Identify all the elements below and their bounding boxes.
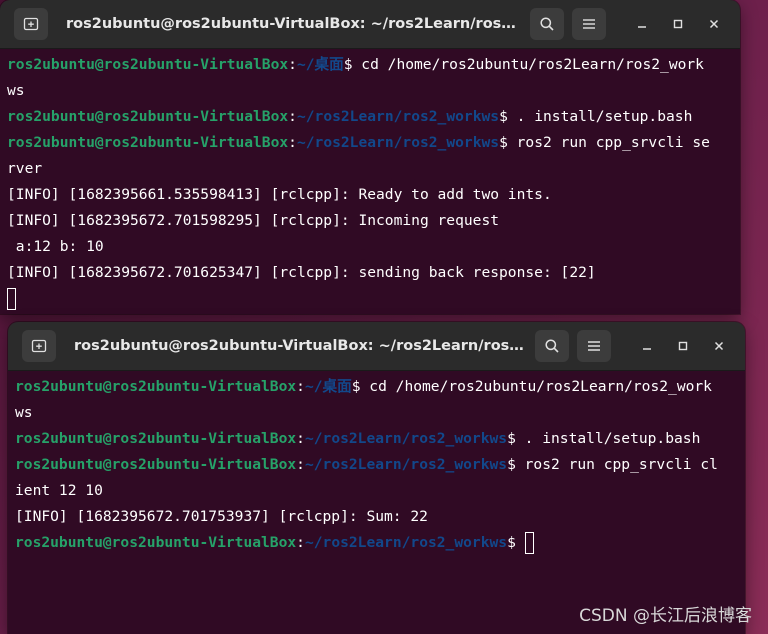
terminal-line: ros2ubuntu@ros2ubuntu-VirtualBox:~/ros2L… bbox=[15, 426, 741, 452]
command-text: $ cd /home/ros2ubuntu/ros2Learn/ros2_wor… bbox=[351, 378, 712, 395]
prompt-colon: : bbox=[296, 534, 305, 551]
prompt-user: ros2ubuntu@ros2ubuntu-VirtualBox bbox=[15, 430, 297, 447]
client-terminal-window[interactable]: ros2ubuntu@ros2ubuntu-VirtualBox: ~/ros2… bbox=[8, 322, 745, 634]
close-icon bbox=[714, 341, 724, 351]
terminal-line: ros2ubuntu@ros2ubuntu-VirtualBox:~/ros2L… bbox=[7, 104, 736, 130]
prompt-path: ~/ros2Learn/ros2_workws bbox=[304, 430, 508, 447]
hamburger-menu-icon bbox=[583, 19, 595, 29]
terminal-line: ient 12 10 bbox=[15, 482, 103, 499]
prompt-colon: : bbox=[288, 56, 297, 73]
prompt-path: ~/桌面 bbox=[304, 378, 352, 395]
server-new-tab-button[interactable] bbox=[14, 8, 48, 40]
prompt-user: ros2ubuntu@ros2ubuntu-VirtualBox bbox=[7, 56, 289, 73]
terminal-line: ros2ubuntu@ros2ubuntu-VirtualBox:~/ros2L… bbox=[15, 530, 741, 556]
server-minimize-button[interactable] bbox=[630, 12, 654, 36]
prompt-path: ~/ros2Learn/ros2_workws bbox=[296, 108, 500, 125]
prompt-colon: : bbox=[296, 456, 305, 473]
command-text: $ bbox=[507, 534, 525, 551]
client-maximize-button[interactable] bbox=[671, 334, 695, 358]
prompt-colon: : bbox=[296, 430, 305, 447]
command-text: $ ros2 run cpp_srvcli se bbox=[499, 134, 710, 151]
prompt-path: ~/ros2Learn/ros2_workws bbox=[304, 534, 508, 551]
prompt-user: ros2ubuntu@ros2ubuntu-VirtualBox bbox=[15, 378, 297, 395]
terminal-line: ws bbox=[7, 82, 25, 99]
hamburger-menu-icon bbox=[588, 341, 600, 351]
server-titlebar[interactable]: ros2ubuntu@ros2ubuntu-VirtualBox: ~/ros2… bbox=[0, 0, 740, 49]
server-terminal-output[interactable]: ros2ubuntu@ros2ubuntu-VirtualBox:~/桌面$ c… bbox=[7, 52, 736, 314]
new-tab-icon bbox=[31, 339, 47, 353]
command-text: $ . install/setup.bash bbox=[507, 430, 701, 447]
prompt-user: ros2ubuntu@ros2ubuntu-VirtualBox bbox=[15, 534, 297, 551]
terminal-line: ros2ubuntu@ros2ubuntu-VirtualBox:~/桌面$ c… bbox=[15, 374, 741, 400]
client-terminal-output[interactable]: ros2ubuntu@ros2ubuntu-VirtualBox:~/桌面$ c… bbox=[15, 374, 741, 634]
prompt-path: ~/桌面 bbox=[296, 56, 344, 73]
client-close-button[interactable] bbox=[707, 334, 731, 358]
close-icon bbox=[709, 19, 719, 29]
prompt-user: ros2ubuntu@ros2ubuntu-VirtualBox bbox=[7, 108, 289, 125]
search-icon bbox=[540, 17, 554, 31]
terminal-line: ws bbox=[15, 404, 33, 421]
client-minimize-button[interactable] bbox=[635, 334, 659, 358]
maximize-icon bbox=[678, 341, 688, 351]
terminal-line: rver bbox=[7, 160, 43, 177]
text-cursor bbox=[524, 532, 534, 554]
prompt-path: ~/ros2Learn/ros2_workws bbox=[304, 456, 508, 473]
minimize-icon bbox=[643, 348, 651, 350]
terminal-line bbox=[7, 286, 736, 312]
prompt-user: ros2ubuntu@ros2ubuntu-VirtualBox bbox=[7, 134, 289, 151]
client-search-button[interactable] bbox=[535, 330, 569, 362]
prompt-colon: : bbox=[296, 378, 305, 395]
server-search-button[interactable] bbox=[530, 8, 564, 40]
terminal-line: [INFO] [1682395661.535598413] [rclcpp]: … bbox=[7, 186, 552, 203]
terminal-line: [INFO] [1682395672.701598295] [rclcpp]: … bbox=[7, 212, 500, 229]
client-new-tab-button[interactable] bbox=[22, 330, 56, 362]
client-window-title: ros2ubuntu@ros2ubuntu-VirtualBox: ~/ros2… bbox=[74, 338, 524, 354]
client-titlebar[interactable]: ros2ubuntu@ros2ubuntu-VirtualBox: ~/ros2… bbox=[8, 322, 745, 371]
terminal-line: [INFO] [1682395672.701753937] [rclcpp]: … bbox=[15, 508, 428, 525]
terminal-line: [INFO] [1682395672.701625347] [rclcpp]: … bbox=[7, 264, 596, 281]
search-icon bbox=[545, 339, 559, 353]
prompt-user: ros2ubuntu@ros2ubuntu-VirtualBox bbox=[15, 456, 297, 473]
terminal-line: ros2ubuntu@ros2ubuntu-VirtualBox:~/ros2L… bbox=[15, 452, 741, 478]
command-text: $ ros2 run cpp_srvcli cl bbox=[507, 456, 718, 473]
terminal-line: a:12 b: 10 bbox=[7, 238, 104, 255]
maximize-icon bbox=[673, 19, 683, 29]
server-maximize-button[interactable] bbox=[666, 12, 690, 36]
command-text: $ cd /home/ros2ubuntu/ros2Learn/ros2_wor… bbox=[343, 56, 704, 73]
prompt-colon: : bbox=[288, 134, 297, 151]
terminal-line: ros2ubuntu@ros2ubuntu-VirtualBox:~/桌面$ c… bbox=[7, 52, 736, 78]
client-menu-button[interactable] bbox=[577, 330, 611, 362]
terminal-line: ros2ubuntu@ros2ubuntu-VirtualBox:~/ros2L… bbox=[7, 130, 736, 156]
minimize-icon bbox=[638, 26, 646, 28]
prompt-colon: : bbox=[288, 108, 297, 125]
server-close-button[interactable] bbox=[702, 12, 726, 36]
server-menu-button[interactable] bbox=[572, 8, 606, 40]
new-tab-icon bbox=[23, 17, 39, 31]
server-terminal-window[interactable]: ros2ubuntu@ros2ubuntu-VirtualBox: ~/ros2… bbox=[0, 0, 740, 314]
text-cursor bbox=[7, 288, 16, 310]
command-text: $ . install/setup.bash bbox=[499, 108, 693, 125]
prompt-path: ~/ros2Learn/ros2_workws bbox=[296, 134, 500, 151]
csdn-watermark: CSDN @长江后浪博客 bbox=[579, 606, 752, 626]
server-window-title: ros2ubuntu@ros2ubuntu-VirtualBox: ~/ros2… bbox=[66, 16, 516, 32]
